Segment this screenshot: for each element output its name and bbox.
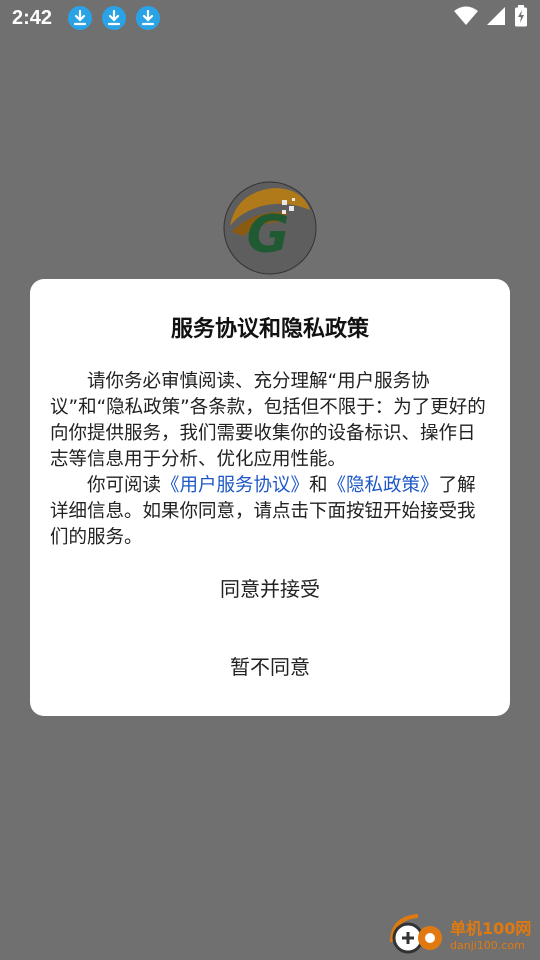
watermark-main: 单机100网 [450,919,532,938]
privacy-policy-link[interactable]: 《隐私政策》 [328,475,439,496]
paragraph-2-prefix: 你可阅读 [87,475,162,496]
watermark-logo-icon [388,912,446,960]
download-icon [136,6,161,30]
signal-icon [486,6,506,30]
decline-button[interactable]: 暂不同意 [30,651,510,680]
wifi-icon [454,6,478,30]
battery-charging-icon [514,5,528,31]
watermark: 单机100网 danji100.com [388,912,538,960]
watermark-text: 单机100网 danji100.com [450,919,532,952]
dialog-paragraph-1: 请你务必审慎阅读、充分理解“用户服务协议”和“隐私政策”各条款，包括但不限于：为… [50,371,486,470]
download-icon [102,6,127,30]
paragraph-2-and: 和 [309,475,328,496]
download-icon [68,6,93,30]
dialog-title: 服务协议和隐私政策 [170,317,369,342]
accept-button[interactable]: 同意并接受 [30,573,510,602]
app-logo-icon: G [222,180,318,276]
dialog-paragraph-2: 你可阅读《用户服务协议》和《隐私政策》了解详细信息。如果你同意，请点击下面按钮开… [50,473,490,551]
watermark-sub: danji100.com [450,939,525,952]
service-agreement-link[interactable]: 《用户服务协议》 [161,475,309,496]
privacy-dialog: 服务协议和隐私政策 请你务必审慎阅读、充分理解“用户服务协议”和“隐私政策”各条… [30,279,510,716]
status-time: 2:42 [12,6,53,29]
status-right [454,5,528,31]
dialog-body: 请你务必审慎阅读、充分理解“用户服务协议”和“隐私政策”各条款，包括但不限于：为… [50,369,490,551]
status-bar: 2:42 [0,0,540,36]
status-left: 2:42 [12,6,161,30]
